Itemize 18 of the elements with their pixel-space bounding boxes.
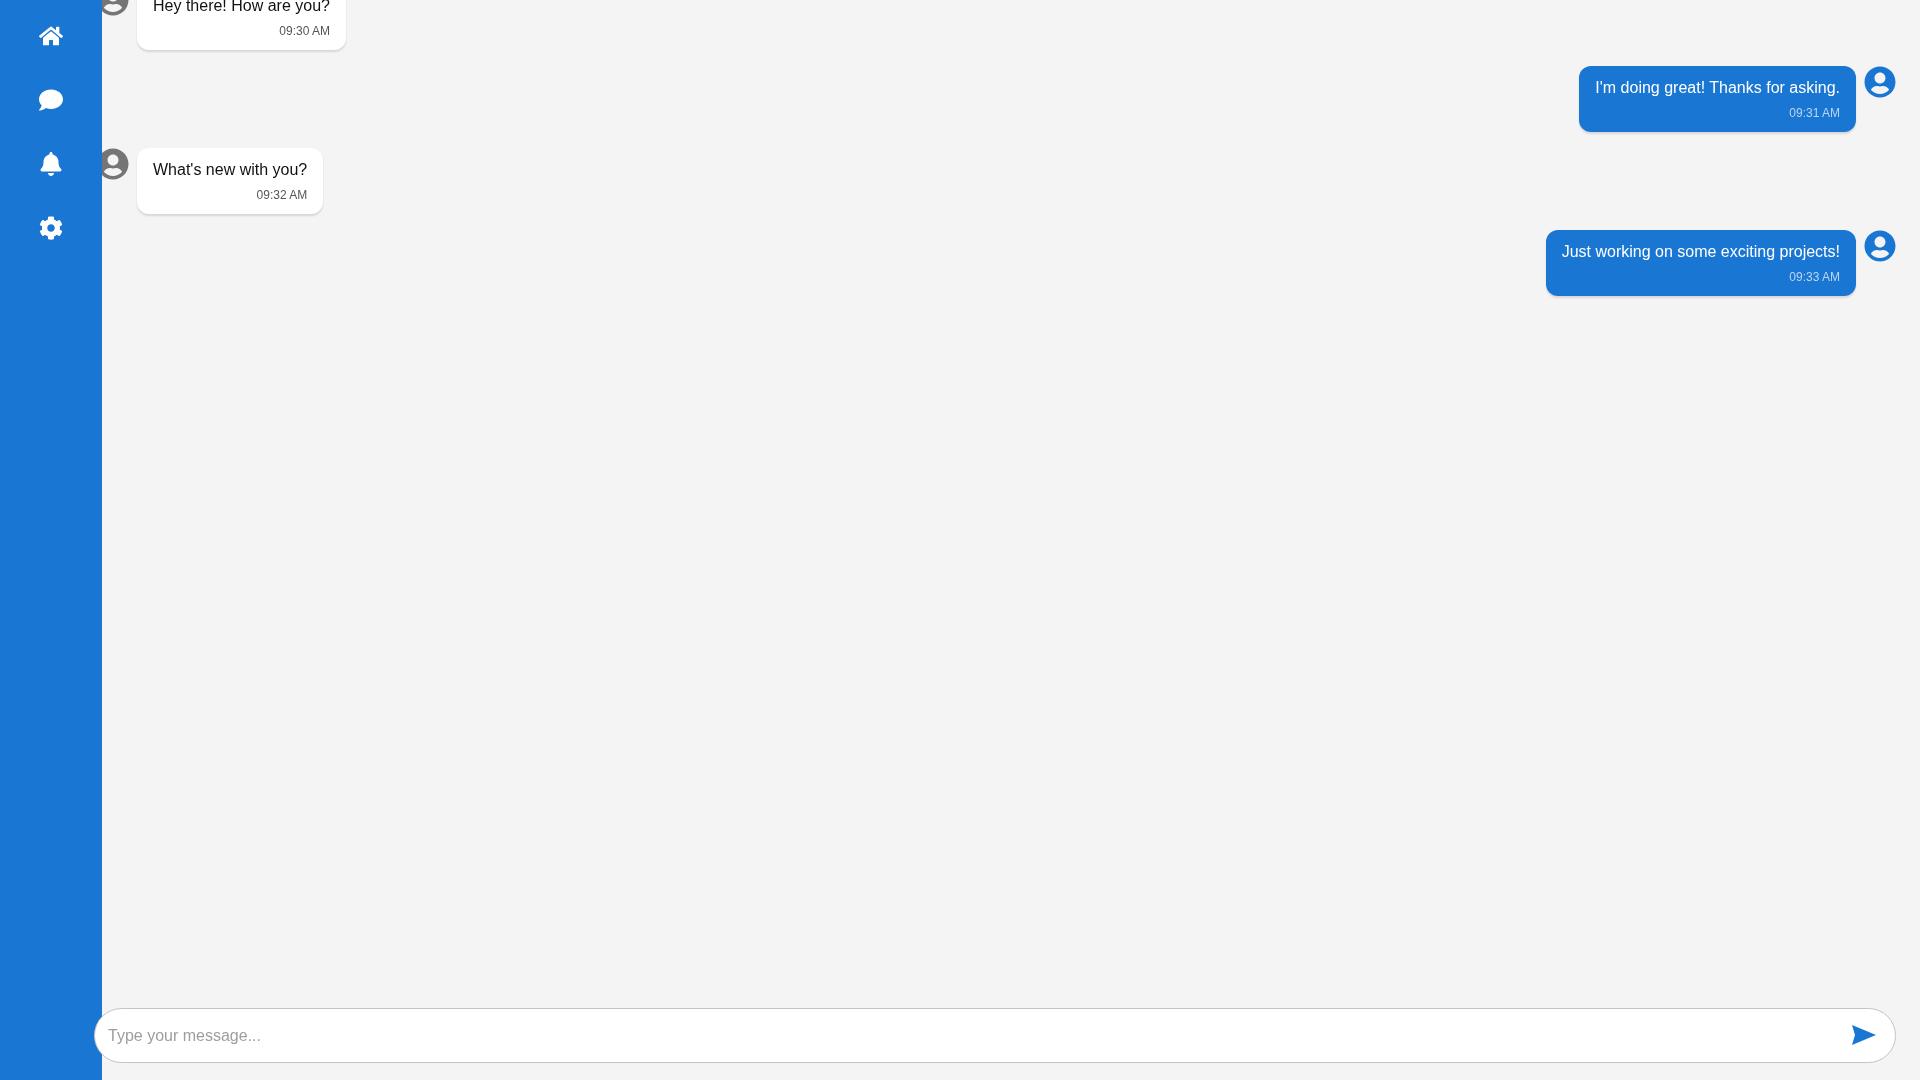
message-time: 09:30 AM bbox=[279, 24, 330, 38]
message-text: Hey there! How are you? bbox=[153, 0, 330, 16]
message-text: Just working on some exciting projects! bbox=[1561, 242, 1840, 262]
send-icon bbox=[1852, 1025, 1876, 1045]
chat-bubble-icon[interactable] bbox=[39, 88, 63, 112]
settings-icon[interactable] bbox=[39, 216, 63, 240]
avatar-icon bbox=[1864, 66, 1896, 98]
message-time: 09:33 AM bbox=[1789, 270, 1840, 284]
message-time: 09:31 AM bbox=[1789, 106, 1840, 120]
home-icon[interactable] bbox=[39, 24, 63, 48]
send-button[interactable] bbox=[1852, 1025, 1876, 1045]
bell-icon[interactable] bbox=[39, 152, 63, 176]
avatar-icon bbox=[102, 148, 129, 180]
message-time: 09:32 AM bbox=[256, 188, 308, 202]
message-text: What's new with you? bbox=[153, 160, 308, 180]
avatar-icon bbox=[1864, 230, 1896, 262]
message-text: I'm doing great! Thanks for asking. bbox=[1595, 78, 1840, 98]
message-input[interactable]: Type your message... bbox=[94, 1008, 1896, 1063]
